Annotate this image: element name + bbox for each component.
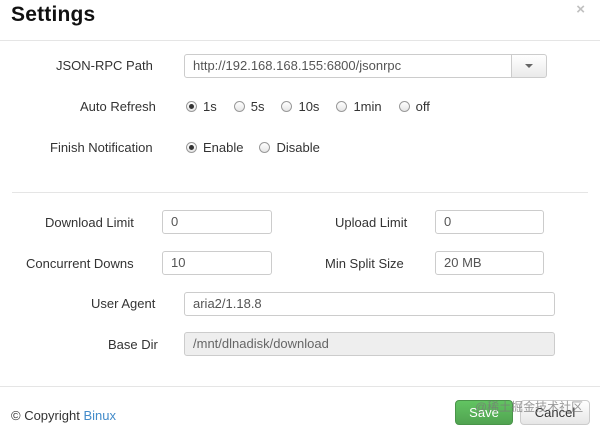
auto-refresh-option-1s[interactable]: 1s — [186, 99, 217, 114]
chevron-down-icon — [525, 64, 533, 68]
section-divider — [12, 192, 588, 193]
concurrent-downloads-label: Concurrent Downs — [26, 256, 134, 271]
rpc-path-label: JSON-RPC Path — [56, 58, 153, 73]
upload-limit-label: Upload Limit — [335, 215, 408, 230]
min-split-size-label: Min Split Size — [325, 256, 404, 271]
close-icon[interactable]: × — [576, 1, 585, 18]
user-agent-label: User Agent — [91, 296, 156, 311]
radio-icon[interactable] — [336, 101, 348, 112]
finish-notification-option-label: Disable — [276, 140, 320, 155]
auto-refresh-option-off[interactable]: off — [398, 99, 430, 114]
auto-refresh-option-label: 5s — [250, 99, 265, 114]
base-dir-input: /mnt/dlnadisk/download — [184, 332, 555, 356]
auto-refresh-option-1min[interactable]: 1min — [336, 99, 382, 114]
radio-icon[interactable] — [259, 142, 271, 153]
dialog-title: Settings — [11, 3, 96, 26]
concurrent-downloads-input[interactable]: 10 — [162, 251, 272, 275]
finish-notification-option-disable[interactable]: Disable — [259, 140, 320, 155]
rpc-path-input[interactable]: http://192.168.168.155:6800/jsonrpc — [184, 54, 512, 78]
auto-refresh-option-label: 10s — [298, 99, 320, 114]
dialog-header: Settings × — [0, 0, 600, 41]
finish-notification-option-label: Enable — [203, 140, 244, 155]
auto-refresh-option-label: off — [415, 99, 430, 114]
download-limit-input[interactable]: 0 — [162, 210, 272, 234]
radio-icon[interactable] — [398, 101, 410, 112]
cancel-button[interactable]: Cancel — [520, 400, 590, 425]
rpc-path-dropdown-button[interactable] — [511, 54, 547, 78]
radio-checked-icon[interactable] — [186, 142, 197, 153]
radio-icon[interactable] — [233, 101, 245, 112]
finish-notification-option-enable[interactable]: Enable — [186, 140, 243, 155]
upload-limit-input[interactable]: 0 — [435, 210, 544, 234]
download-limit-label: Download Limit — [45, 215, 134, 230]
auto-refresh-radio-group: 1s 5s 10s 1min off — [186, 99, 430, 114]
radio-checked-icon[interactable] — [186, 101, 197, 112]
copyright-prefix: © Copyright — [11, 408, 80, 423]
finish-notification-label: Finish Notification — [50, 140, 153, 155]
auto-refresh-option-5s[interactable]: 5s — [233, 99, 265, 114]
min-split-size-input[interactable]: 20 MB — [435, 251, 544, 275]
radio-icon[interactable] — [281, 101, 293, 112]
save-button[interactable]: Save — [455, 400, 513, 425]
finish-notification-radio-group: Enable Disable — [186, 140, 320, 155]
auto-refresh-option-label: 1s — [203, 99, 217, 114]
base-dir-label: Base Dir — [108, 337, 158, 352]
auto-refresh-option-label: 1min — [353, 99, 382, 114]
auto-refresh-option-10s[interactable]: 10s — [281, 99, 319, 114]
author-link[interactable]: Binux — [83, 408, 116, 423]
auto-refresh-label: Auto Refresh — [80, 99, 156, 114]
user-agent-input[interactable]: aria2/1.18.8 — [184, 292, 555, 316]
copyright-text: © Copyright Binux — [11, 408, 116, 423]
